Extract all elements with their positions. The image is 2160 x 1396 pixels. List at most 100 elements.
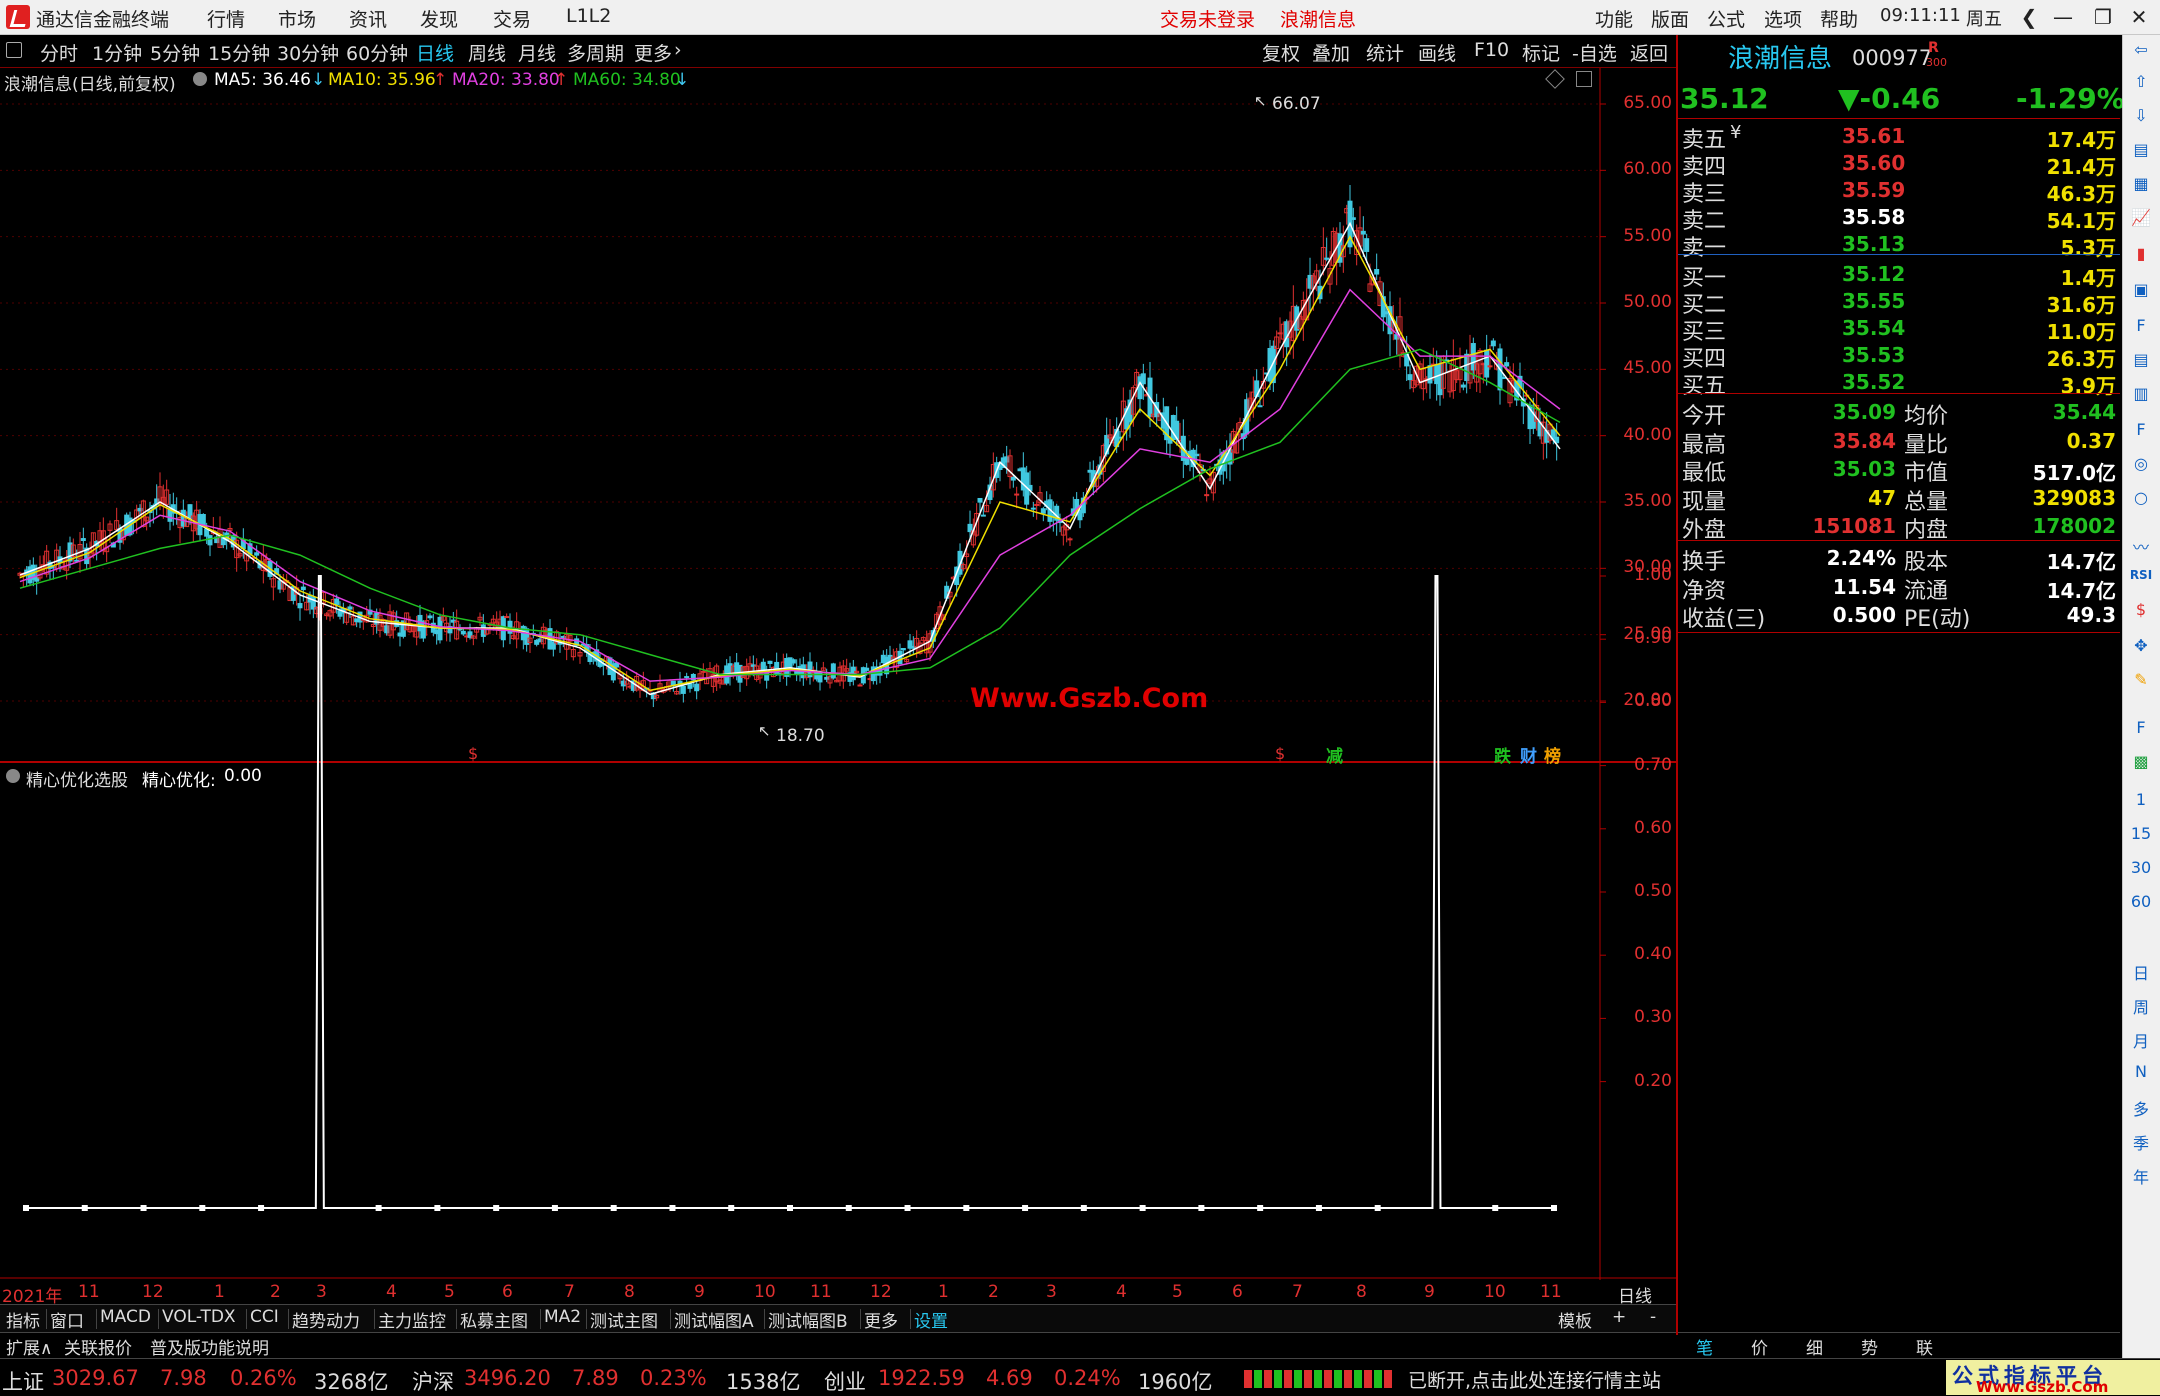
tool-watchlist-remove[interactable]: -自选 bbox=[1572, 39, 1617, 66]
event-marker-dividend[interactable]: $ bbox=[468, 744, 478, 763]
bid-price[interactable]: 35.54 bbox=[1842, 316, 1905, 340]
quote-tab[interactable]: 联 bbox=[1916, 1334, 1933, 1359]
quote-tab[interactable]: 价 bbox=[1751, 1334, 1768, 1359]
quote-tab[interactable]: 势 bbox=[1861, 1334, 1878, 1359]
bottom-tab[interactable]: 主力监控 bbox=[378, 1307, 446, 1332]
side-period-button[interactable]: 30 bbox=[2126, 858, 2156, 877]
template-button[interactable]: 模板 bbox=[1558, 1307, 1592, 1332]
back-arrow-icon[interactable]: ❮ bbox=[2012, 3, 2046, 31]
menu-function[interactable]: 功能 bbox=[1595, 5, 1633, 32]
trade-login-notice[interactable]: 交易未登录 bbox=[1160, 5, 1255, 32]
quote-tab[interactable]: 细 bbox=[1806, 1334, 1823, 1359]
news-icon[interactable]: ▤ bbox=[2126, 350, 2156, 376]
tool-return[interactable]: 返回 bbox=[1630, 39, 1668, 66]
restore-icon[interactable]: ❐ bbox=[2086, 3, 2120, 31]
pencil-icon[interactable]: ✎ bbox=[2126, 670, 2156, 696]
indicator-name[interactable]: 精心优化选股 bbox=[26, 766, 128, 791]
arrow-left-icon[interactable]: ⇦ bbox=[2126, 40, 2156, 66]
bottom-tab[interactable]: 窗口 bbox=[50, 1307, 84, 1332]
ask-price[interactable]: 35.13 bbox=[1842, 232, 1905, 256]
bottom-tab[interactable]: 更多 bbox=[864, 1307, 898, 1332]
minimize-icon[interactable]: — bbox=[2046, 3, 2080, 31]
tab-more[interactable]: 更多 bbox=[634, 39, 672, 66]
event-marker-ranking[interactable]: 榜 bbox=[1544, 742, 1561, 767]
bottom-tab[interactable]: 设置 bbox=[914, 1307, 948, 1332]
related-quote-tab[interactable]: 关联报价 bbox=[64, 1334, 132, 1359]
bid-price[interactable]: 35.53 bbox=[1842, 343, 1905, 367]
tab-60min[interactable]: 60分钟 bbox=[346, 39, 408, 66]
menu-quotes[interactable]: 行情 bbox=[207, 5, 245, 32]
bottom-tab[interactable]: 测试主图 bbox=[590, 1307, 658, 1332]
tab-daily[interactable]: 日线 bbox=[416, 39, 454, 66]
arrow-down-icon[interactable]: ⇩ bbox=[2126, 106, 2156, 132]
current-stock-notice[interactable]: 浪潮信息 bbox=[1280, 5, 1356, 32]
chart-area[interactable] bbox=[0, 68, 1676, 1280]
tool-stats[interactable]: 统计 bbox=[1366, 39, 1404, 66]
bottom-tab[interactable]: 趋势动力 bbox=[292, 1307, 360, 1332]
line-chart-icon[interactable]: 📈 bbox=[2126, 208, 2156, 234]
ask-price[interactable]: 35.60 bbox=[1842, 151, 1905, 175]
bottom-tab[interactable]: MACD bbox=[100, 1307, 151, 1327]
sh-index-name[interactable]: 上证 bbox=[2, 1366, 44, 1396]
side-period-button[interactable]: 日 bbox=[2126, 960, 2156, 984]
close-icon[interactable]: ✕ bbox=[2122, 3, 2156, 31]
side-period-button[interactable]: 月 bbox=[2126, 1028, 2156, 1052]
side-period-button[interactable]: 15 bbox=[2126, 824, 2156, 843]
candle-icon[interactable]: ▮ bbox=[2126, 244, 2156, 270]
event-marker-finance[interactable]: 财 bbox=[1520, 742, 1537, 767]
bottom-tab[interactable]: CCI bbox=[250, 1307, 279, 1327]
menu-formula[interactable]: 公式 bbox=[1707, 5, 1745, 32]
fs-icon[interactable]: F bbox=[2126, 718, 2156, 744]
menu-discover[interactable]: 发现 bbox=[420, 5, 458, 32]
bid-price[interactable]: 35.12 bbox=[1842, 262, 1905, 286]
tab-monthly[interactable]: 月线 bbox=[518, 39, 556, 66]
tool-overlay[interactable]: 叠加 bbox=[1312, 39, 1350, 66]
ask-price[interactable]: 35.58 bbox=[1842, 205, 1905, 229]
tab-1min[interactable]: 1分钟 bbox=[92, 39, 142, 66]
doc-icon[interactable]: ▥ bbox=[2126, 384, 2156, 410]
wave-icon[interactable]: 〰 bbox=[2126, 534, 2156, 560]
tab-5min[interactable]: 5分钟 bbox=[150, 39, 200, 66]
event-marker-reduce[interactable]: 减 bbox=[1326, 742, 1343, 767]
side-period-button[interactable]: 季 bbox=[2126, 1130, 2156, 1154]
tab-weekly[interactable]: 周线 bbox=[468, 39, 506, 66]
sz-index-name[interactable]: 沪深 bbox=[412, 1366, 454, 1396]
tool-mark[interactable]: 标记 bbox=[1522, 39, 1560, 66]
rsi-icon[interactable]: RSI bbox=[2126, 568, 2156, 594]
menu-options[interactable]: 选项 bbox=[1764, 5, 1802, 32]
add-pane-button[interactable]: + bbox=[1612, 1307, 1626, 1327]
f10-icon[interactable]: F bbox=[2126, 316, 2156, 342]
side-period-button[interactable]: 60 bbox=[2126, 892, 2156, 911]
ask-price[interactable]: 35.61 bbox=[1842, 124, 1905, 148]
connection-message[interactable]: 已断开,点击此处连接行情主站 bbox=[1408, 1366, 1661, 1393]
expand-tab[interactable]: 扩展∧ bbox=[6, 1334, 52, 1359]
ask-price[interactable]: 35.59 bbox=[1842, 178, 1905, 202]
report-icon[interactable]: ▣ bbox=[2126, 280, 2156, 306]
menu-trade[interactable]: 交易 bbox=[493, 5, 531, 32]
tool-adjust[interactable]: 复权 bbox=[1262, 39, 1300, 66]
f2-icon[interactable]: F bbox=[2126, 420, 2156, 446]
quote-tab[interactable]: 笔 bbox=[1696, 1334, 1713, 1359]
arrow-up-icon[interactable]: ⇧ bbox=[2126, 72, 2156, 98]
bottom-tab[interactable]: VOL-TDX bbox=[162, 1307, 236, 1327]
image-icon[interactable]: ▩ bbox=[2126, 752, 2156, 778]
event-marker-dividend[interactable]: $ bbox=[1275, 744, 1285, 763]
move-icon[interactable]: ✥ bbox=[2126, 636, 2156, 662]
bottom-tab[interactable]: 测试幅图B bbox=[768, 1307, 848, 1332]
menu-l1l2[interactable]: L1L2 bbox=[566, 5, 611, 27]
side-period-button[interactable]: N bbox=[2126, 1062, 2156, 1081]
grid-icon[interactable]: ▦ bbox=[2126, 174, 2156, 200]
menu-help[interactable]: 帮助 bbox=[1820, 5, 1858, 32]
cy-index-name[interactable]: 创业 bbox=[824, 1366, 866, 1396]
feature-guide-tab[interactable]: 普及版功能说明 bbox=[150, 1334, 269, 1359]
chevron-right-icon[interactable]: › bbox=[674, 39, 682, 61]
panel-toggle-icon[interactable] bbox=[6, 42, 22, 58]
scatter-icon[interactable]: ◎ bbox=[2126, 454, 2156, 480]
menu-news[interactable]: 资讯 bbox=[349, 5, 387, 32]
tab-15min[interactable]: 15分钟 bbox=[208, 39, 270, 66]
side-period-button[interactable]: 年 bbox=[2126, 1164, 2156, 1188]
dollar-icon[interactable]: $ bbox=[2126, 600, 2156, 626]
tab-intraday[interactable]: 分时 bbox=[40, 39, 78, 66]
menu-layout[interactable]: 版面 bbox=[1651, 5, 1689, 32]
tool-f10[interactable]: F10 bbox=[1474, 39, 1509, 61]
